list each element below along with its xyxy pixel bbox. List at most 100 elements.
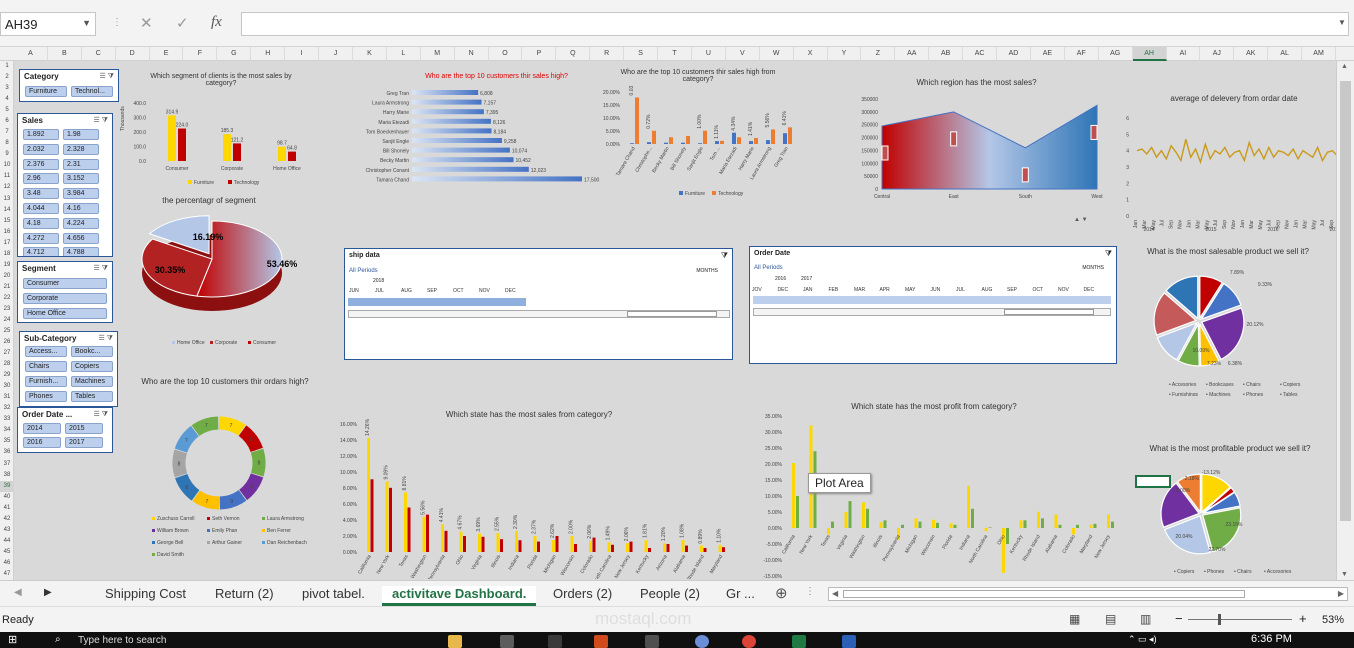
row-header[interactable]: 39 [0,480,14,492]
slicer-item[interactable]: 4.712 [23,247,59,256]
slicer-item[interactable]: 4.272 [23,232,59,244]
slicer-sales[interactable]: Sales ☰ ⧩ 1.892 1.98 2.032 2.328 2.376 2.31 2.96… [17,113,113,257]
slicer-subcategory[interactable]: Sub-Category ☰ ⧩ Access... Bookc... Chairs Co… [19,331,118,407]
column-header[interactable]: AM [1302,47,1336,61]
filter-icon[interactable]: ☰ ⧩ [100,72,114,81]
filter-icon[interactable]: ☰ ⧩ [99,334,113,343]
page-layout-icon[interactable]: ▤ [1105,612,1116,626]
filter-icon[interactable]: ⧩ [721,251,728,261]
filter-icon[interactable]: ☰ ⧩ [94,410,108,419]
column-header[interactable]: C [82,47,116,61]
scroll-right-icon[interactable]: ▶ [44,587,52,598]
column-header[interactable]: P [522,47,557,61]
slicer-item[interactable]: 2.31 [63,158,99,170]
column-header[interactable]: B [48,47,82,61]
slicer-item[interactable]: Bookc... [71,346,113,357]
column-header[interactable]: E [150,47,184,61]
filter-icon[interactable]: ☰ ⧩ [94,264,108,273]
row-header[interactable]: 29 [0,370,14,381]
column-header[interactable]: AC [963,47,998,61]
column-header[interactable]: X [794,47,828,61]
slicer-item[interactable]: 4.044 [23,203,59,214]
dashboard-sheet[interactable]: Category ☰ ⧩ Furniture Technol... Sales ☰ ⧩ 1… [14,61,1344,580]
row-header[interactable]: 37 [0,459,14,470]
column-header[interactable]: M [421,47,455,61]
column-header[interactable]: R [590,47,625,61]
timeline-month[interactable]: JUL [375,288,384,294]
timeline-month[interactable]: DEC [1084,287,1095,293]
chart-profitable[interactable]: -13.12%-2.18% 0.00% 23.15% 22.70% 20.04% • Co… [1149,456,1319,578]
chart-segment-sales[interactable]: Thousands 0.0 100.0 200.0 300.0 400.0 314.9 224… [118,91,318,191]
slicer-item[interactable]: 4.224 [63,217,99,229]
tab-people[interactable]: People (2) [640,586,700,606]
slicer-item[interactable]: Machines [71,376,113,387]
column-header[interactable]: AK [1234,47,1269,61]
cancel-icon[interactable]: ✕ [140,14,153,32]
windows-icon[interactable]: ⊞ [8,633,17,646]
column-header[interactable]: D [116,47,150,61]
app-icon[interactable] [695,635,709,648]
name-box[interactable]: AH39 ▼ [0,12,96,36]
slicer-item[interactable]: 2015 [65,423,103,434]
chart-region[interactable]: 350000 300000 250000 200000 150000 100000 5000… [834,89,1104,214]
slicer-item[interactable]: Tables [71,391,113,402]
chart-state-profit[interactable]: 35.00% 30.00% 25.00% 20.00% 15.00% 10.00% 5.00… [742,406,1122,578]
row-header[interactable]: 7 [0,127,14,138]
tab-orders[interactable]: Orders (2) [553,586,612,606]
row-header[interactable]: 11 [0,171,14,182]
row-header[interactable]: 2 [0,72,14,83]
column-header[interactable]: V [726,47,760,61]
chart-segment-pie[interactable]: 53.46% 30.35% 16.19% Home Office Corporate Co… [124,211,304,346]
column-header[interactable]: H [251,47,286,61]
column-header[interactable]: K [353,47,387,61]
chart-salesable[interactable]: 7.89% 9.33% 20.12% 6.38% 7.23% 10.09% • Acceso… [1149,261,1319,396]
search-icon[interactable]: ⌕ [55,634,61,645]
column-header[interactable]: W [760,47,794,61]
row-header[interactable]: 5 [0,105,14,116]
slicer-item[interactable]: 4.656 [63,232,99,244]
chevron-down-icon[interactable]: ▼ [82,18,91,28]
column-header[interactable]: AF [1065,47,1099,61]
column-header[interactable]: J [319,47,353,61]
row-header[interactable]: 25 [0,326,14,337]
tray-icons[interactable]: ⌃ ▭ ◂) [1128,634,1157,645]
row-header[interactable]: 41 [0,503,14,514]
page-break-icon[interactable]: ▥ [1140,612,1151,626]
slicer-item[interactable]: 4.16 [63,203,99,214]
row-header[interactable]: 12 [0,182,14,193]
chart-top10-category[interactable]: 20.00% 15.00% 10.00% 5.00% 0.00% 0.03% Tamara … [584,86,799,201]
row-header[interactable]: 38 [0,470,14,481]
vertical-scrollbar[interactable]: ▲ ▼ [1336,61,1354,580]
row-header[interactable]: 23 [0,304,14,315]
slicer-item[interactable]: 3.984 [63,188,99,200]
row-header[interactable]: 43 [0,525,14,536]
timeline-month[interactable]: JUL [956,287,965,293]
timeline-order-date[interactable]: Order Date ⧩ All Periods MONTHS 2016 201… [749,246,1117,364]
timeline-month[interactable]: JUN [349,288,359,294]
row-header[interactable]: 1 [0,61,14,72]
slicer-item[interactable]: Chairs [25,361,67,372]
slicer-item[interactable]: 1.892 [23,129,59,140]
row-header[interactable]: 34 [0,425,14,436]
timeline-ship-data[interactable]: ship data ⧩ All Periods MONTHS 2018 JUN J… [344,248,733,360]
row-header[interactable]: 21 [0,282,14,293]
row-header[interactable]: 4 [0,94,14,105]
row-header[interactable]: 27 [0,348,14,359]
tab-more[interactable]: Gr ... [726,586,755,606]
tab-shipping-cost[interactable]: Shipping Cost [105,586,186,606]
timeline-month[interactable]: NOV [479,288,490,294]
zoom-level[interactable]: 53% [1322,614,1344,626]
row-header[interactable]: 40 [0,492,14,503]
column-header[interactable]: G [217,47,252,61]
column-header[interactable]: AA [895,47,930,61]
row-header[interactable]: 32 [0,403,14,414]
filter-icon[interactable]: ⧩ [1105,249,1112,259]
column-header[interactable]: Q [556,47,591,61]
row-header[interactable]: 36 [0,447,14,458]
row-header[interactable]: 26 [0,337,14,348]
expand-formula-icon[interactable]: ▼ [1338,18,1346,27]
zoom-slider[interactable] [1188,614,1292,625]
slicer-item[interactable]: Furniture [25,86,67,97]
row-header[interactable]: 24 [0,315,14,326]
row-header[interactable]: 17 [0,238,14,249]
